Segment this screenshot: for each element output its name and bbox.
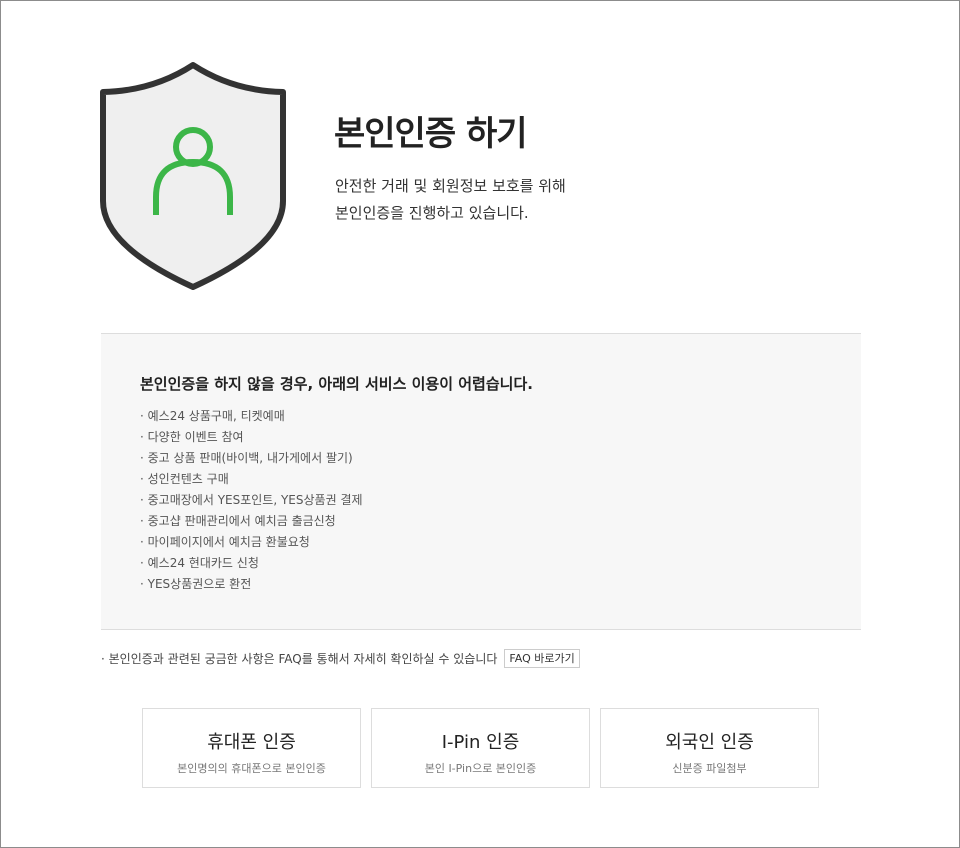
faq-text: 본인인증과 관련된 궁금한 사항은 FAQ를 통해서 자세히 확인하실 수 있습… [101,650,498,667]
card-title: 외국인 인증 [665,732,754,753]
card-title: I-Pin 인증 [441,732,520,753]
list-item: 예스24 상품구매, 티켓예매 [140,406,363,427]
card-description: 신분증 파일첨부 [672,762,747,775]
page-subtitle: 안전한 거래 및 회원정보 보호를 위해 본인인증을 진행하고 있습니다. [335,173,566,227]
card-title: 휴대폰 인증 [207,732,296,753]
service-restriction-notice: 본인인증을 하지 않을 경우, 아래의 서비스 이용이 어렵습니다. 예스24 … [101,333,861,630]
card-description: 본인 I-Pin으로 본인인증 [424,762,537,775]
verification-methods: 휴대폰 인증 본인명의의 휴대폰으로 본인인증 I-Pin 인증 본인 I-Pi… [142,708,819,788]
list-item: 마이페이지에서 예치금 환불요청 [140,532,363,553]
restricted-service-list: 예스24 상품구매, 티켓예매 다양한 이벤트 참여 중고 상품 판매(바이백,… [140,406,363,595]
shield-user-icon [100,62,286,290]
faq-row: 본인인증과 관련된 궁금한 사항은 FAQ를 통해서 자세히 확인하실 수 있습… [101,648,580,668]
list-item: 성인컨텐츠 구매 [140,469,363,490]
list-item: YES상품권으로 환전 [140,574,363,595]
card-description: 본인명의의 휴대폰으로 본인인증 [177,762,326,775]
list-item: 다양한 이벤트 참여 [140,427,363,448]
shield-shape [100,62,286,290]
phone-verification-button[interactable]: 휴대폰 인증 본인명의의 휴대폰으로 본인인증 [142,708,361,788]
subtitle-line: 본인인증을 진행하고 있습니다. [335,204,529,222]
list-item: 중고샵 판매관리에서 예치금 출금신청 [140,511,363,532]
list-item: 예스24 현대카드 신청 [140,553,363,574]
notice-heading: 본인인증을 하지 않을 경우, 아래의 서비스 이용이 어렵습니다. [140,375,533,393]
subtitle-line: 안전한 거래 및 회원정보 보호를 위해 [335,177,566,195]
verification-page: 본인인증 하기 안전한 거래 및 회원정보 보호를 위해 본인인증을 진행하고 … [0,0,960,848]
foreigner-verification-button[interactable]: 외국인 인증 신분증 파일첨부 [600,708,819,788]
ipin-verification-button[interactable]: I-Pin 인증 본인 I-Pin으로 본인인증 [371,708,590,788]
page-title: 본인인증 하기 [334,114,528,154]
list-item: 중고 상품 판매(바이백, 내가게에서 팔기) [140,448,363,469]
list-item: 중고매장에서 YES포인트, YES상품권 결제 [140,490,363,511]
faq-shortcut-button[interactable]: FAQ 바로가기 [504,648,580,668]
